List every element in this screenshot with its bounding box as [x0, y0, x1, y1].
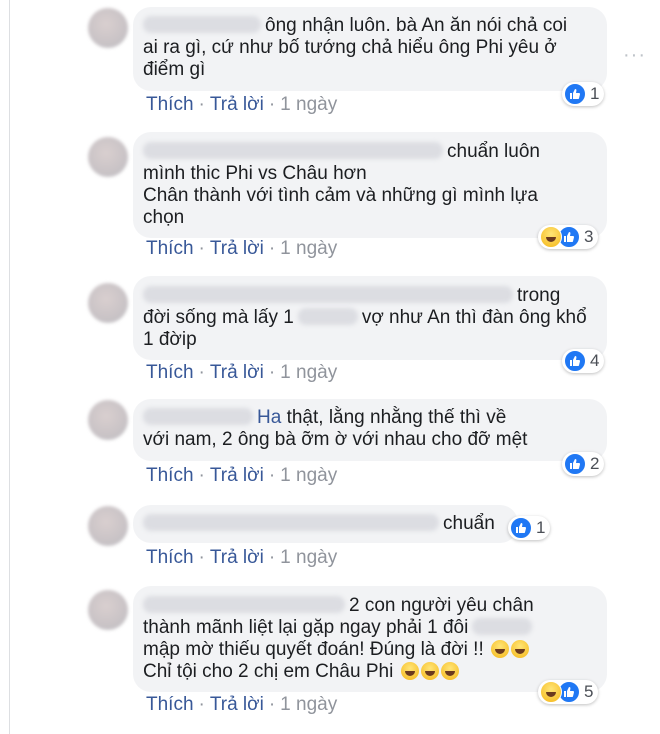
reply-link[interactable]: Trả lời [210, 547, 264, 568]
like-link[interactable]: Thích [146, 465, 194, 486]
comment-actions: Thích · Trả lời · 1 ngày [146, 465, 337, 487]
like-link[interactable]: Thích [146, 238, 194, 259]
reaction-count: 3 [584, 227, 594, 246]
timestamp[interactable]: 1 ngày [280, 547, 337, 568]
comment-line: chuẩn luôn [143, 141, 597, 163]
redacted-name [143, 286, 513, 303]
reply-link[interactable]: Trả lời [210, 238, 264, 259]
redacted-text [472, 618, 533, 635]
separator: · [198, 238, 205, 259]
separator: · [268, 362, 276, 383]
reply-link[interactable]: Trả lời [210, 694, 264, 715]
comment-actions: Thích · Trả lời · 1 ngày [146, 94, 337, 116]
laughing-emoji-icon [511, 640, 530, 658]
avatar[interactable] [88, 137, 128, 177]
timestamp[interactable]: 1 ngày [280, 94, 337, 115]
avatar[interactable] [88, 506, 128, 546]
redacted-name [143, 596, 345, 613]
reply-link[interactable]: Trả lời [210, 362, 264, 383]
reaction-count: 5 [584, 682, 594, 701]
laughing-emoji-icon [440, 662, 459, 680]
comment-line: Ha thật, lằng nhằng thế thì về [143, 407, 597, 429]
comment-line: mập mờ thiếu quyết đoán! Đúng là đời !! [143, 639, 597, 661]
separator: · [268, 547, 276, 568]
timestamp[interactable]: 1 ngày [280, 694, 337, 715]
separator: · [268, 465, 276, 486]
redacted-name [143, 16, 261, 33]
more-options-icon[interactable]: ··· [623, 44, 646, 67]
comment-bubble: 2 con người yêu chân thành mãnh liệt lại… [133, 586, 607, 692]
reaction-count: 1 [536, 518, 546, 537]
reaction-count: 1 [590, 84, 600, 103]
comment-line: với nam, 2 ông bà ỡm ờ với nhau cho đỡ m… [143, 429, 528, 450]
reaction-summary[interactable]: 3 [538, 225, 599, 249]
laughing-emoji-icon [491, 640, 510, 658]
separator: · [268, 238, 276, 259]
redacted-name [143, 142, 443, 159]
timestamp[interactable]: 1 ngày [280, 238, 337, 259]
reply-link[interactable]: Trả lời [210, 465, 264, 486]
comment-bubble: ông nhận luôn. bà An ăn nói chả coi ai r… [133, 7, 607, 91]
redacted-name [143, 408, 253, 425]
like-reaction-icon [564, 83, 586, 105]
avatar[interactable] [88, 400, 128, 440]
avatar[interactable] [88, 283, 128, 323]
reply-link[interactable]: Trả lời [210, 94, 264, 115]
reaction-summary[interactable]: 4 [562, 349, 605, 373]
comment-bubble: trong đời sống mà lấy 1 vợ như An thì đàn… [133, 276, 607, 360]
comment-actions: Thích · Trả lời · 1 ngày [146, 238, 337, 260]
separator: · [198, 362, 205, 383]
comment-line: điểm gì [143, 59, 206, 80]
like-link[interactable]: Thích [146, 362, 194, 383]
reaction-summary[interactable]: 5 [538, 680, 599, 704]
comment-actions: Thích · Trả lời · 1 ngày [146, 694, 337, 716]
comment-line: chọn [143, 207, 185, 228]
like-reaction-icon [564, 350, 586, 372]
laughing-emoji-icon [420, 662, 439, 680]
reaction-summary[interactable]: 2 [562, 452, 605, 476]
comment-line: đời sống mà lấy 1 vợ như An thì đàn ông k… [143, 307, 587, 328]
comment-line: 2 con người yêu chân [143, 595, 597, 617]
timestamp[interactable]: 1 ngày [280, 362, 337, 383]
comment-bubble: chuẩn [133, 505, 518, 543]
timestamp[interactable]: 1 ngày [280, 465, 337, 486]
like-reaction-icon [564, 453, 586, 475]
comment-bubble: Ha thật, lằng nhằng thế thì về với nam, … [133, 399, 607, 461]
separator: · [198, 94, 205, 115]
avatar[interactable] [88, 590, 128, 630]
comment-bubble: chuẩn luôn mình thic Phi vs Châu hơn Châ… [133, 132, 607, 238]
comment-line: mình thic Phi vs Châu hơn [143, 163, 367, 184]
haha-reaction-icon [540, 681, 562, 703]
separator: · [268, 94, 276, 115]
comment-line: ai ra gì, cứ như bố tướng chả hiểu ông P… [143, 37, 557, 58]
avatar[interactable] [88, 8, 128, 48]
reaction-count: 4 [590, 351, 600, 370]
comment-line: thành mãnh liệt lại gặp ngay phải 1 đôi [143, 617, 597, 639]
like-link[interactable]: Thích [146, 94, 194, 115]
separator: · [268, 694, 276, 715]
laughing-emoji-icon [400, 662, 419, 680]
haha-reaction-icon [540, 226, 562, 248]
like-link[interactable]: Thích [146, 547, 194, 568]
comment-line: chuẩn [143, 513, 508, 535]
separator: · [198, 694, 205, 715]
separator: · [198, 465, 205, 486]
comment-line: 1 đờip [143, 329, 197, 350]
comment-line: Chân thành với tình cảm và những gì mình… [143, 185, 538, 206]
comment-line: ông nhận luôn. bà An ăn nói chả coi [143, 15, 597, 37]
like-link[interactable]: Thích [146, 694, 194, 715]
redacted-name [143, 514, 439, 531]
like-reaction-icon [510, 517, 532, 539]
separator: · [198, 547, 205, 568]
comment-actions: Thích · Trả lời · 1 ngày [146, 362, 337, 384]
reaction-summary[interactable]: 1 [508, 516, 551, 540]
comment-actions: Thích · Trả lời · 1 ngày [146, 547, 337, 569]
reaction-count: 2 [590, 454, 600, 473]
reaction-summary[interactable]: 1 [562, 82, 605, 106]
comment-line: Chỉ tội cho 2 chị em Châu Phi [143, 661, 597, 683]
redacted-text [297, 308, 358, 325]
commenter-name[interactable]: Ha [257, 407, 281, 428]
left-border [9, 0, 10, 734]
comment-line: trong [143, 285, 597, 307]
